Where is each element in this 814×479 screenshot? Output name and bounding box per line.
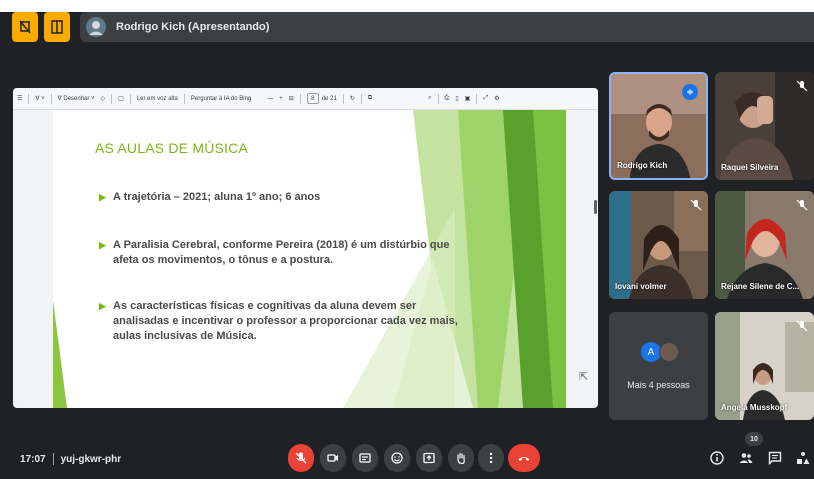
bullet-text: As características físicas e cognitivas …: [113, 300, 458, 342]
camera-toggle-button[interactable]: [320, 444, 346, 472]
participant-name: Rejane Silene de C...: [721, 282, 800, 291]
slide-title: AS AULAS DE MÚSICA: [95, 140, 248, 156]
save-as-icon[interactable]: ▣: [465, 95, 471, 102]
search-icon[interactable]: ⌕: [428, 95, 431, 102]
save-icon[interactable]: ▯: [455, 95, 458, 102]
info-icon: [710, 451, 724, 465]
draw-label: Desenhar: [63, 95, 90, 102]
emoji-icon: [391, 452, 403, 464]
people-icon: [739, 453, 753, 463]
presentation-panel: ☰ ∀ ˅ ∇ Desenhar ˅ ◇ ▢ Ler em voz alta P…: [13, 88, 598, 408]
mic-off-icon: [796, 199, 808, 211]
leave-call-button[interactable]: [508, 444, 540, 472]
meeting-details-button[interactable]: [708, 449, 726, 467]
more-people-tile[interactable]: A Mais 4 pessoas: [609, 312, 708, 420]
fullscreen-icon[interactable]: ⤢: [483, 95, 488, 102]
mic-off-icon: [690, 199, 702, 211]
mic-toggle-button[interactable]: [288, 444, 314, 472]
presenter-bar: Rodrigo Kich (Apresentando): [80, 12, 814, 42]
raise-hand-icon: [457, 452, 465, 465]
person-icon: [89, 21, 103, 35]
hangup-icon: [518, 457, 530, 461]
reactions-button[interactable]: [384, 444, 410, 472]
settings-icon[interactable]: ⚙: [494, 95, 499, 102]
meeting-info: 17:07 yuj-gkwr-phr: [20, 453, 121, 465]
pdf-toolbar: ☰ ∀ ˅ ∇ Desenhar ˅ ◇ ▢ Ler em voz alta P…: [13, 88, 598, 110]
more-options-button[interactable]: [478, 444, 504, 472]
bullet-text: A Paralisia Cerebral, conforme Pereira (…: [113, 239, 450, 266]
mic-off-icon: [796, 320, 808, 332]
avatar: A: [641, 342, 661, 362]
pin-off-button[interactable]: [12, 12, 38, 42]
pin-off-icon: [19, 20, 31, 34]
participant-name: Iovani volmer: [615, 282, 667, 291]
raise-hand-button[interactable]: [448, 444, 474, 472]
fit-page-icon[interactable]: ⊟: [289, 95, 294, 102]
mic-off-icon: [796, 80, 808, 92]
presenter-avatar: [86, 17, 106, 37]
layout-icon: [51, 20, 63, 34]
page-total: de 21: [321, 95, 337, 102]
present-icon: [423, 452, 435, 464]
bullet-arrow-icon: ▶: [99, 301, 106, 311]
activities-button[interactable]: [794, 449, 812, 467]
page-number-input[interactable]: 8: [306, 93, 319, 104]
present-button[interactable]: [416, 444, 442, 472]
slide-bullet: ▶ As características físicas e cognitiva…: [99, 299, 459, 344]
layout-button[interactable]: [44, 12, 70, 42]
more-people-avatars: A: [641, 342, 679, 362]
people-button[interactable]: [737, 449, 755, 467]
cursor-icon: ⇱: [579, 371, 589, 383]
meeting-code: yuj-gkwr-phr: [60, 453, 122, 465]
more-options-icon: [489, 452, 493, 464]
more-people-label: Mais 4 pessoas: [627, 380, 690, 390]
slide-bullet: ▶ A trajetória – 2021; aluna 1º ano; 6 a…: [99, 190, 459, 205]
read-aloud-button[interactable]: Ler em voz alta: [137, 96, 178, 102]
participant-name: Angela Musskopf: [721, 403, 788, 412]
mic-off-icon: [295, 452, 307, 464]
eraser-icon[interactable]: ◇: [101, 95, 106, 102]
participant-tile[interactable]: Rodrigo Kich: [609, 72, 708, 180]
speaking-indicator-icon: [682, 84, 698, 100]
print-icon[interactable]: ⎙: [445, 95, 450, 102]
slide: AS AULAS DE MÚSICA ▶ A trajetória – 2021…: [53, 110, 566, 408]
participant-name: Raquel Silveira: [721, 163, 779, 172]
avatar: [659, 342, 679, 362]
participant-count-badge: 10: [745, 432, 763, 446]
presenter-label: Rodrigo Kich (Apresentando): [116, 21, 270, 33]
bullet-arrow-icon: ▶: [99, 192, 106, 202]
captions-icon: [359, 453, 371, 463]
zoom-out-icon[interactable]: —: [267, 96, 273, 102]
captions-button[interactable]: [352, 444, 378, 472]
rotate-icon[interactable]: ↻: [350, 95, 355, 102]
slide-bullet: ▶ A Paralisia Cerebral, conforme Pereira…: [99, 238, 459, 268]
clock-time: 17:07: [20, 453, 46, 465]
chat-icon: [768, 451, 782, 466]
chat-button[interactable]: [766, 449, 784, 467]
participant-tile[interactable]: Raquel Silveira: [715, 72, 814, 180]
zoom-in-icon[interactable]: +: [279, 96, 283, 102]
participant-tile[interactable]: Rejane Silene de C...: [715, 191, 814, 299]
participant-tile[interactable]: Iovani volmer: [609, 191, 708, 299]
draw-button[interactable]: ∇ Desenhar ˅: [58, 95, 95, 103]
two-page-icon[interactable]: ⧉: [368, 95, 372, 102]
camera-icon: [327, 454, 338, 462]
text-icon[interactable]: ▢: [118, 95, 124, 102]
bullet-text: A trajetória – 2021; aluna 1º ano; 6 ano…: [113, 191, 321, 203]
highlight-icon[interactable]: ∀ ˅: [35, 95, 44, 102]
scrollbar-thumb[interactable]: [594, 200, 597, 214]
bullet-arrow-icon: ▶: [99, 240, 106, 250]
activities-icon: [797, 452, 810, 464]
contents-icon[interactable]: ☰: [17, 95, 22, 102]
participant-tile[interactable]: Angela Musskopf: [715, 312, 814, 420]
ask-ai-button[interactable]: Perguntar à IA do Bing: [191, 96, 251, 102]
participant-name: Rodrigo Kich: [617, 161, 668, 170]
